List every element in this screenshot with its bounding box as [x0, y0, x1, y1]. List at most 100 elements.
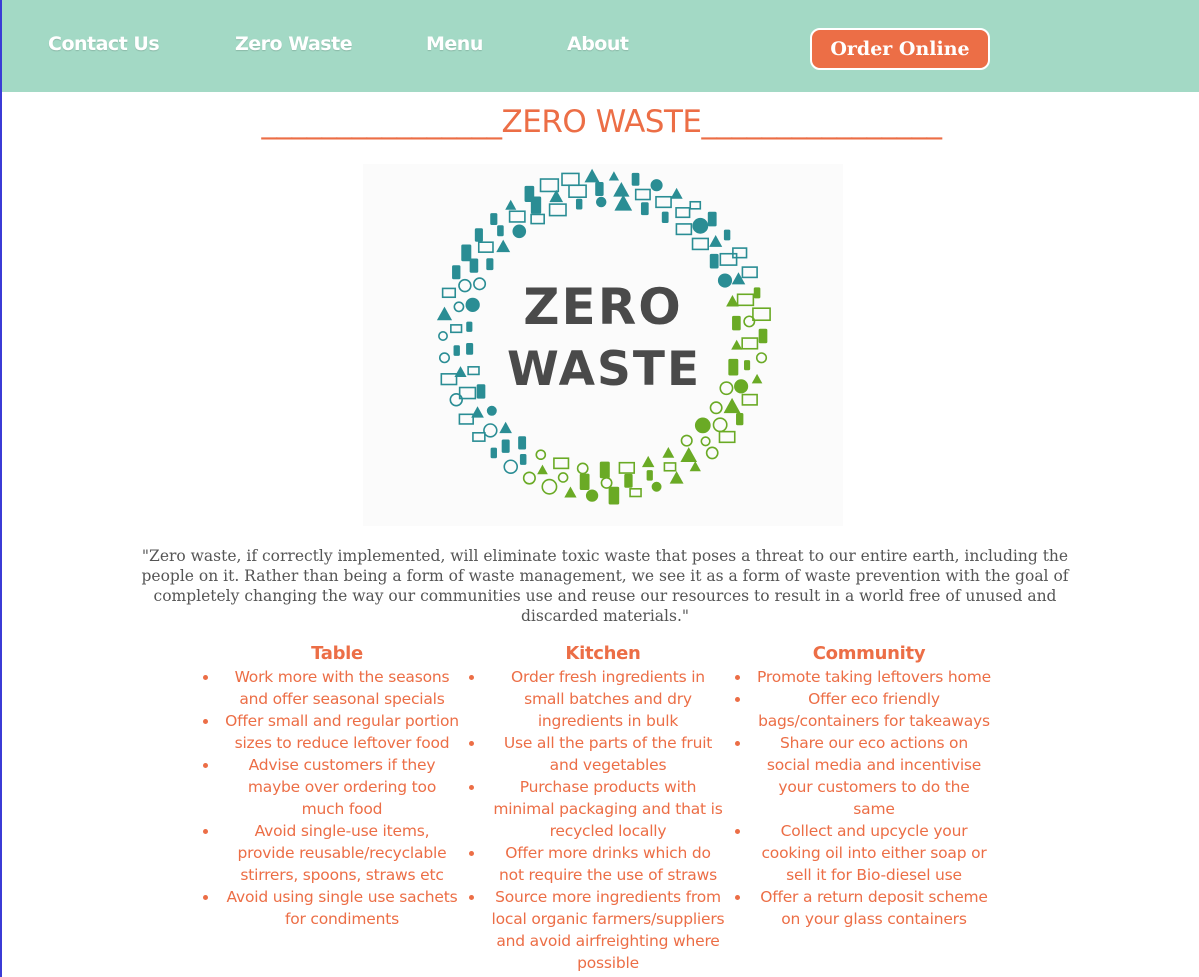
ring-icon	[741, 337, 759, 350]
ring-icon	[476, 384, 486, 399]
ring-icon	[490, 447, 497, 459]
ring-icon	[705, 446, 719, 460]
logo-text-waste: WASTE	[507, 342, 701, 397]
ring-icon	[452, 265, 461, 280]
ring-icon	[709, 253, 719, 269]
ring-icon	[707, 211, 717, 227]
list-item: Promote taking leftovers home	[735, 666, 1003, 688]
column-heading-kitchen: Kitchen	[565, 643, 641, 664]
ring-icon	[477, 241, 494, 253]
nav-link-contact-us[interactable]: Contact Us	[48, 33, 160, 55]
zero-waste-logo-graphic: ZERO WASTE	[436, 168, 771, 505]
ring-icon	[675, 223, 693, 236]
logo-text-zero: ZERO	[523, 278, 682, 336]
ring-icon	[709, 235, 723, 247]
ring-icon	[655, 195, 672, 209]
ring-icon	[741, 266, 758, 279]
ring-icon	[595, 196, 607, 208]
nav-link-about[interactable]: About	[567, 33, 629, 55]
ring-icon	[689, 461, 701, 472]
ring-icon	[486, 405, 497, 416]
ring-icon	[512, 224, 527, 239]
ring-icon	[755, 352, 768, 364]
ring-icon	[680, 434, 693, 447]
zero-waste-quote: "Zero waste, if correctly implemented, w…	[141, 547, 1069, 625]
order-online-button[interactable]: Order Online	[810, 28, 990, 70]
ring-icon	[438, 352, 451, 364]
list-kitchen: Order fresh ingredients in small batches…	[469, 666, 737, 974]
list-item: Order fresh ingredients in small batches…	[469, 666, 737, 732]
ring-icon	[717, 273, 733, 288]
list-item: Use all the parts of the fruit and veget…	[469, 732, 737, 776]
list-item: Avoid using single use sachets for condi…	[203, 886, 471, 930]
nav-link-menu[interactable]: Menu	[426, 33, 483, 55]
ring-icon	[440, 373, 458, 386]
ring-icon	[453, 345, 460, 356]
ring-icon	[599, 461, 610, 479]
ring-icon	[608, 171, 620, 181]
ring-icon	[629, 488, 642, 498]
ring-icon	[486, 258, 494, 271]
ring-icon	[595, 182, 604, 197]
ring-icon	[472, 432, 486, 442]
ring-icon	[751, 373, 763, 384]
ring-icon	[453, 301, 465, 313]
ring-icon	[537, 464, 548, 475]
ring-icon	[634, 188, 651, 201]
ring-icon	[467, 366, 480, 376]
ring-icon	[541, 478, 558, 495]
ring-icon	[458, 278, 472, 293]
ring-icon	[473, 277, 487, 291]
ring-icon	[519, 454, 527, 465]
ring-icon	[466, 342, 474, 355]
list-item: Work more with the seasons and offer sea…	[203, 666, 471, 710]
ring-icon	[719, 381, 734, 396]
ring-icon	[613, 182, 630, 197]
ring-icon	[557, 472, 569, 483]
column-heading-community: Community	[812, 643, 926, 664]
ring-icon	[675, 207, 691, 219]
ring-icon	[694, 417, 711, 434]
ring-icon	[631, 172, 640, 186]
ring-icon	[584, 168, 600, 183]
ring-icon	[441, 287, 457, 299]
ring-icon	[436, 306, 453, 321]
ring-icon	[530, 213, 545, 225]
column-community: Community Promote taking leftovers home …	[735, 642, 1003, 930]
ring-icon	[561, 172, 580, 187]
ring-icon	[651, 481, 662, 492]
ring-icon	[646, 470, 653, 481]
ring-icon	[618, 461, 636, 474]
list-community: Promote taking leftovers home Offer eco …	[735, 666, 1003, 930]
ring-icon	[608, 486, 620, 505]
ring-icon	[508, 210, 526, 223]
nav-link-zero-waste[interactable]: Zero Waste	[235, 33, 353, 55]
ring-icon	[522, 471, 536, 485]
list-item: Offer small and regular portion sizes to…	[203, 710, 471, 754]
ring-icon	[718, 430, 736, 444]
zero-waste-logo: ZERO WASTE	[363, 164, 843, 526]
ring-icon	[736, 293, 755, 307]
ring-icon	[691, 237, 709, 251]
ring-icon	[741, 393, 758, 406]
ring-icon	[438, 331, 448, 341]
list-item: Purchase products with minimal packaging…	[469, 776, 737, 842]
ring-icon	[576, 462, 589, 475]
column-kitchen: Kitchen Order fresh ingredients in small…	[469, 642, 737, 974]
ring-icon	[624, 473, 633, 488]
ring-icon	[744, 360, 751, 371]
ring-icon	[692, 217, 709, 234]
list-item: Share our eco actions on social media an…	[735, 732, 1003, 820]
ring-icon	[553, 457, 570, 470]
ring-icon	[640, 202, 649, 216]
ring-icon	[530, 196, 542, 214]
ring-icon	[731, 339, 743, 350]
ring-icon	[454, 366, 467, 378]
ring-icon	[712, 417, 728, 433]
ring-icon	[539, 178, 560, 193]
page-title: ________________ZERO WASTE______________…	[261, 104, 942, 140]
top-navigation: Contact Us Zero Waste Menu About Order O…	[2, 0, 1199, 92]
list-item: Source more ingredients from local organ…	[469, 886, 737, 974]
ring-icon	[471, 406, 484, 418]
ring-icon	[670, 187, 683, 199]
